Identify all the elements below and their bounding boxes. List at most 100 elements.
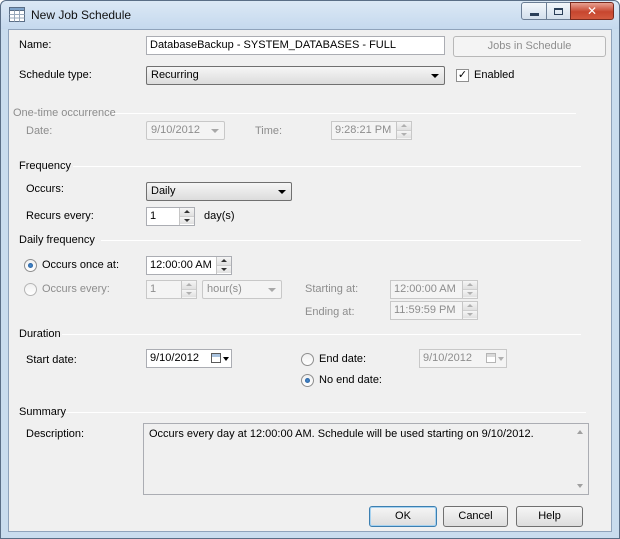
checkmark-icon: ✓ [457,69,468,81]
spin-down-icon[interactable] [217,265,231,273]
daily-frequency-header: Daily frequency [19,234,95,246]
schedule-type-value: Recurring [151,69,199,81]
occurs-once-label: Occurs once at: [42,259,120,271]
jobs-in-schedule-button[interactable]: Jobs in Schedule [453,36,606,57]
schedule-type-label: Schedule type: [19,69,92,81]
recurs-every-spinner[interactable] [179,208,194,225]
occurs-value: Daily [151,185,176,197]
spin-up-icon[interactable] [182,281,196,289]
one-time-date-picker[interactable]: 9/10/2012 [146,121,225,140]
spin-down-icon[interactable] [463,310,477,318]
no-end-date-label: No end date: [319,374,382,386]
name-label: Name: [19,39,52,51]
one-time-time-label: Time: [255,125,283,137]
start-date-label: Start date: [26,354,77,366]
occurs-select[interactable]: Daily [146,182,292,201]
minimize-button[interactable] [521,2,547,20]
window-title: New Job Schedule [31,8,132,22]
help-button[interactable]: Help [516,506,583,527]
occurs-every-label: Occurs every: [42,283,110,295]
maximize-button[interactable] [546,2,571,20]
occurs-every-spinner[interactable] [181,281,196,298]
ok-button[interactable]: OK [369,506,437,527]
title-bar[interactable]: New Job Schedule ✕ [1,1,619,29]
description-textarea[interactable]: Occurs every day at 12:00:00 AM. Schedul… [143,423,589,495]
description-text: Occurs every day at 12:00:00 AM. Schedul… [149,428,534,440]
calendar-grid-icon [9,7,25,22]
recurs-every-value: 1 [150,210,157,222]
chevron-down-icon [498,357,504,361]
calendar-icon [211,353,221,363]
spin-up-icon[interactable] [397,122,411,130]
chevron-down-icon [223,357,229,361]
description-label: Description: [26,428,85,440]
recurs-every-label: Recurs every: [26,210,94,222]
end-date-radio[interactable] [301,353,314,366]
frequency-header: Frequency [19,160,71,172]
one-time-date-value: 9/10/2012 [151,124,200,136]
occurs-label: Occurs: [26,183,64,195]
summary-divider [65,412,586,413]
one-time-date-label: Date: [26,125,53,137]
maximize-icon [554,7,563,15]
occurs-once-time-value: 12:00:00 AM [150,259,212,271]
occurs-every-radio[interactable] [24,283,37,296]
scroll-up-icon[interactable] [577,430,583,434]
description-scrollbar[interactable] [573,424,588,494]
recurs-unit-label: day(s) [204,210,235,222]
occurs-once-time-input[interactable]: 12:00:00 AM [146,256,232,275]
spin-down-icon[interactable] [180,216,194,224]
one-time-occurrence-header: One-time occurrence [13,107,116,119]
start-date-dropdown[interactable] [209,350,231,367]
chevron-down-icon [431,74,439,78]
one-time-time-value: 9:28:21 PM [335,124,392,136]
spin-up-icon[interactable] [217,257,231,265]
frequency-divider [73,166,581,167]
chevron-down-icon [211,129,219,133]
spin-down-icon[interactable] [182,289,196,297]
duration-header: Duration [19,328,61,340]
end-date-label: End date: [319,353,367,365]
summary-header: Summary [19,406,67,418]
starting-at-spinner[interactable] [462,281,477,298]
dialog-client-area: Name: DatabaseBackup - SYSTEM_DATABASES … [8,29,612,532]
occurs-once-radio[interactable] [24,259,37,272]
ending-at-label: Ending at: [305,306,355,318]
ending-at-value: 11:59:59 PM [394,304,456,316]
cancel-button[interactable]: Cancel [443,506,508,527]
scroll-down-icon[interactable] [577,484,583,488]
name-input[interactable]: DatabaseBackup - SYSTEM_DATABASES - FULL [146,36,445,55]
occurs-once-time-spinner[interactable] [216,257,231,274]
occurs-every-input[interactable]: 1 [146,280,197,299]
spin-up-icon[interactable] [463,281,477,289]
enabled-checkbox[interactable]: ✓ [456,69,469,82]
one-time-time-input[interactable]: 9:28:21 PM [331,121,412,140]
starting-at-input[interactable]: 12:00:00 AM [390,280,478,299]
starting-at-label: Starting at: [305,283,359,295]
daily-frequency-divider [101,240,581,241]
end-date-picker[interactable]: 9/10/2012 [419,349,507,368]
close-button[interactable]: ✕ [570,2,614,20]
chevron-down-icon [278,190,286,194]
spin-down-icon[interactable] [463,289,477,297]
no-end-date-radio[interactable] [301,374,314,387]
occurs-every-unit-value: hour(s) [207,283,242,295]
ending-at-input[interactable]: 11:59:59 PM [390,301,478,320]
start-date-picker[interactable]: 9/10/2012 [146,349,232,368]
end-date-dropdown[interactable] [484,350,506,367]
occurs-every-unit-select[interactable]: hour(s) [202,280,282,299]
occurs-every-value: 1 [150,283,157,295]
duration-divider [62,334,581,335]
spin-down-icon[interactable] [397,130,411,138]
job-schedule-window: New Job Schedule ✕ Name: DatabaseBackup … [0,0,620,539]
start-date-value: 9/10/2012 [150,352,199,364]
enabled-label: Enabled [474,69,515,81]
minimize-icon [529,12,539,16]
one-time-time-spinner[interactable] [396,122,411,139]
recurs-every-input[interactable]: 1 [146,207,195,226]
ending-at-spinner[interactable] [462,302,477,319]
spin-up-icon[interactable] [463,302,477,310]
spin-up-icon[interactable] [180,208,194,216]
starting-at-value: 12:00:00 AM [394,283,456,295]
schedule-type-select[interactable]: Recurring [146,66,445,85]
